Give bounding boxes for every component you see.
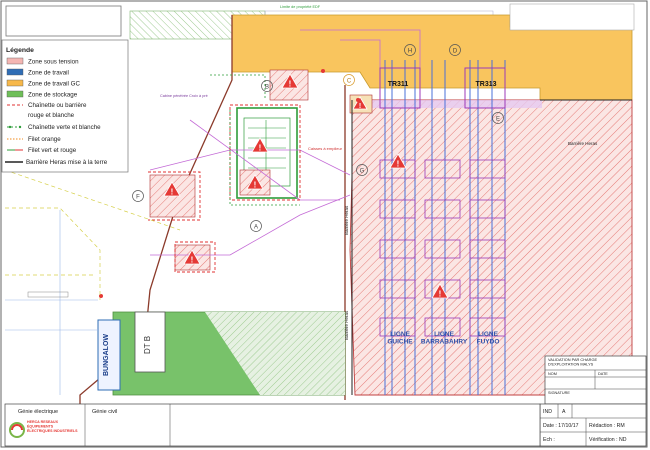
legend-swatch-sous-tension [6, 57, 24, 65]
transformer-tr313-label: TR313 [475, 81, 496, 88]
note-label-3: Limite de propriété EDF [280, 5, 321, 9]
legend-label-1: Zone de travail [28, 70, 69, 77]
bungalow-label: BUNGALOW [103, 334, 110, 376]
verification-line: Vérification : ND [589, 437, 627, 443]
svg-text:!: ! [289, 80, 292, 89]
zone-letter-e: E [496, 117, 500, 123]
zone-letter-f: F [136, 195, 140, 201]
legend-label-5: rouge et blanche [28, 112, 75, 119]
legend-label-0: Zone sous tension [28, 59, 79, 66]
svg-text:!: ! [439, 290, 442, 299]
zone-letter-g: G [360, 169, 365, 175]
validation-signature: SIGNATURE [548, 391, 570, 395]
validation-block: VALIDATION PAR CHARGE D'EXPLOITATION MALY… [544, 355, 647, 405]
revision-block: IND A Date : 17/10/17 Rédaction : RM Ech… [539, 403, 647, 447]
legend-swatch-travail [6, 68, 24, 76]
storage-hatch-blocks [149, 69, 373, 271]
validation-date: DATE [598, 372, 608, 376]
redaction-line: Rédaction : RM [589, 423, 625, 429]
site-plan-sheet: ! ! ! ! ! ! ! ! TR311 TR313 LIGNE GUICHE … [0, 0, 650, 450]
building-block [509, 3, 635, 31]
ind-value: A [562, 409, 566, 415]
heras-barrier-label-3: Barrière Heras [344, 310, 349, 340]
marker-dots [99, 69, 360, 298]
legend-panel: Légende Zone sous tension Zone de travai… [1, 39, 129, 173]
svg-text:!: ! [359, 103, 361, 110]
legend-label-8: Filet vert et rouge [28, 147, 77, 154]
legend-label-3: Zone de stockage [28, 92, 78, 99]
note-label-2: Caisses à empileur [308, 146, 343, 151]
heras-barrier-label-1: Barrière Heras [568, 141, 598, 146]
ech-line: Ech : [543, 437, 555, 443]
site-plan-drawing: ! ! ! ! ! ! ! ! TR311 TR313 LIGNE GUICHE … [0, 0, 648, 448]
dt-b-label: DT B [143, 336, 152, 354]
ind-label: IND [543, 409, 552, 415]
zone-letter-a: A [254, 225, 258, 231]
svg-text:!: ! [254, 181, 257, 190]
footer-genie-electrique: Génie électrique [18, 409, 58, 415]
validation-text: VALIDATION PAR CHARGE D'EXPLOITATION MALY… [548, 357, 597, 366]
zone-letter-c: C [347, 79, 352, 85]
heras-barrier-label-2: Barrière Heras [344, 205, 349, 235]
top-left-box [5, 5, 122, 37]
zone-letter-b: B [265, 85, 269, 91]
validation-nom: NOM [548, 372, 557, 376]
zone-letter-h: H [408, 49, 412, 55]
legend-label-4: Chaînette ou barrière [28, 102, 87, 109]
line-label-guiche: LIGNE GUICHE [387, 331, 413, 345]
legend-label-6: Chaînette verte et blanche [28, 124, 101, 131]
legend-label-7: Filet orange [28, 136, 61, 143]
footer-block: Génie électrique Génie civil HERCA RESEA… [4, 403, 541, 447]
legend-title: Légende [6, 47, 34, 54]
zone-letter-d: D [453, 49, 458, 55]
svg-text:!: ! [171, 188, 174, 197]
line-label-fuydo: LIGNE FUYDO [477, 331, 500, 345]
svg-text:!: ! [397, 160, 400, 169]
legend-label-2: Zone de travail GC [28, 81, 80, 88]
svg-text:!: ! [191, 256, 194, 265]
legend-swatch-travail-gc [6, 79, 24, 87]
note-label-1: Cabine pénétrée Croix à pré [160, 94, 208, 98]
legend-label-9: Barrière Heras mise à la terre [26, 159, 108, 166]
transformer-tr311-label: TR311 [388, 81, 409, 88]
footer-genie-civil: Génie civil [92, 409, 117, 415]
svg-text:!: ! [259, 144, 262, 153]
legend-swatch-stockage [6, 90, 24, 98]
date-line: Date : 17/10/17 [543, 423, 579, 429]
